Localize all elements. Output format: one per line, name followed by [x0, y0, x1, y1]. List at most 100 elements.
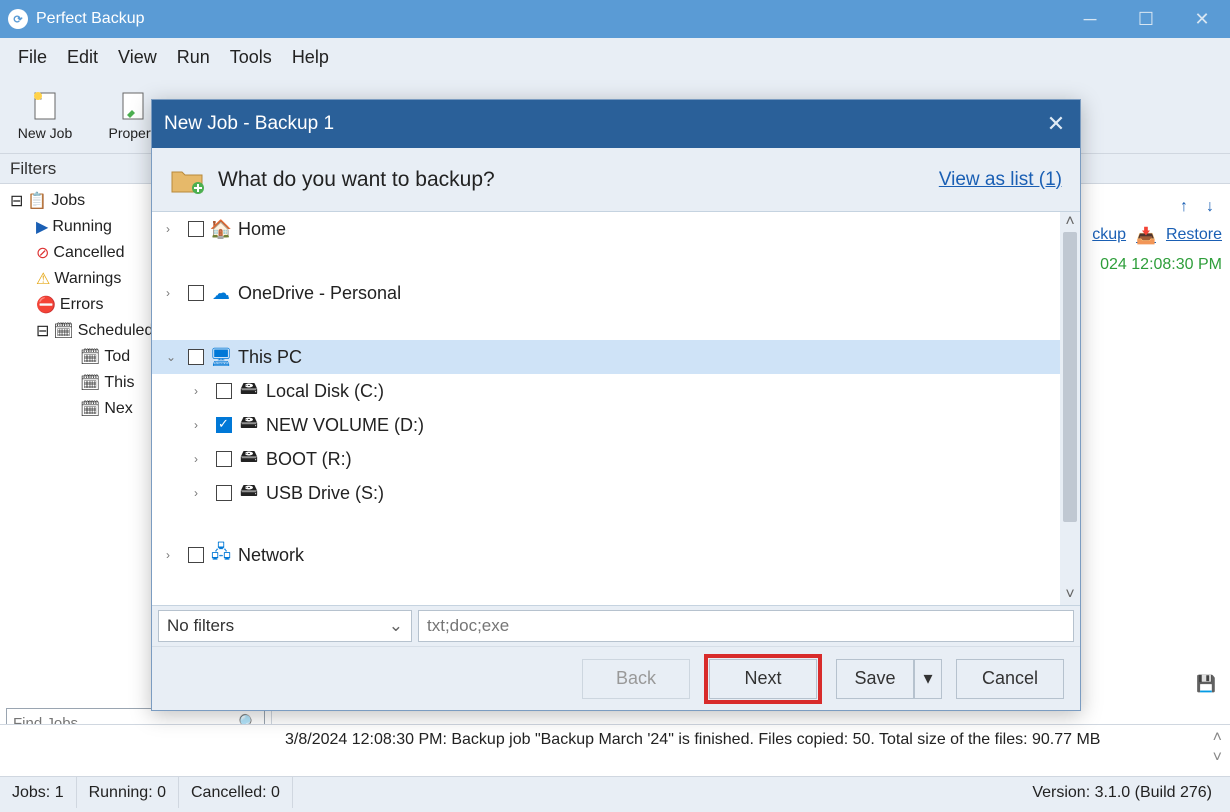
minimize-button[interactable]: ─	[1062, 0, 1118, 38]
log-line: 3/8/2024 12:08:30 PM: Backup job "Backup…	[285, 731, 1222, 749]
expand-icon[interactable]: ›	[166, 286, 182, 300]
tree-usb-s[interactable]: › 🖴 USB Drive (S:)	[152, 476, 1080, 510]
monitor-icon: 🖥	[210, 346, 232, 368]
dialog-title: New Job - Backup 1	[164, 113, 334, 135]
drive-icon: 🖴	[238, 380, 260, 402]
minus-icon: ⊟	[36, 321, 49, 341]
checkbox-local-c[interactable]	[216, 383, 232, 399]
restore-link[interactable]: Restore	[1166, 226, 1222, 246]
save-dropdown-button[interactable]: ▾	[914, 659, 942, 699]
warning-icon: ⚠	[36, 269, 50, 289]
status-bar: Jobs: 1 Running: 0 Cancelled: 0 Version:…	[0, 776, 1230, 808]
menu-help[interactable]: Help	[282, 43, 339, 72]
new-job-dialog: New Job - Backup 1 ✕ What do you want to…	[151, 99, 1081, 711]
menu-file[interactable]: File	[8, 43, 57, 72]
cancel-button[interactable]: Cancel	[956, 659, 1064, 699]
checkbox-network[interactable]	[188, 547, 204, 563]
view-as-list-link[interactable]: View as list (1)	[939, 169, 1062, 191]
filter-row: No filters ⌄	[152, 606, 1080, 646]
close-button[interactable]: ✕	[1174, 0, 1230, 38]
save-split-button: Save ▾	[836, 659, 942, 699]
filter-input[interactable]	[418, 610, 1074, 642]
up-arrow-icon[interactable]: ↑	[1180, 198, 1188, 216]
calendar-icon: 🗓	[80, 373, 100, 393]
menu-bar: File Edit View Run Tools Help	[0, 38, 1230, 76]
tree-onedrive[interactable]: › ☁ OneDrive - Personal	[152, 276, 1080, 310]
filters-label: Filters	[10, 159, 56, 179]
network-icon: 🖧	[210, 544, 232, 566]
tree-home[interactable]: › 🏠 Home	[152, 212, 1080, 246]
checkbox-new-volume-d[interactable]	[216, 417, 232, 433]
back-button[interactable]: Back	[582, 659, 690, 699]
down-arrow-icon[interactable]: ↓	[1206, 198, 1214, 216]
error-icon: ⛔	[36, 295, 56, 315]
checkbox-usb-s[interactable]	[216, 485, 232, 501]
drive-icon: 🖴	[238, 414, 260, 436]
tree-new-volume-d[interactable]: › 🖴 NEW VOLUME (D:)	[152, 408, 1080, 442]
dialog-titlebar: New Job - Backup 1 ✕	[152, 100, 1080, 148]
calendar-icon: 🗓	[80, 399, 100, 419]
status-jobs: Jobs: 1	[0, 777, 77, 808]
toolbar-new-job-label: New Job	[18, 125, 72, 141]
next-button-highlight: Next	[704, 654, 822, 704]
dialog-buttons: Back Next Save ▾ Cancel	[152, 646, 1080, 710]
log-panel: 3/8/2024 12:08:30 PM: Backup job "Backup…	[0, 724, 1230, 776]
maximize-button[interactable]: ☐	[1118, 0, 1174, 38]
window-titlebar: ⟳ Perfect Backup ─ ☐ ✕	[0, 0, 1230, 38]
checkbox-thispc[interactable]	[188, 349, 204, 365]
backup-link[interactable]: ckup	[1092, 226, 1126, 246]
checkbox-onedrive[interactable]	[188, 285, 204, 301]
right-panel-peek: ↑ ↓ ckup 📥 Restore 024 12:08:30 PM	[1084, 194, 1224, 278]
next-button[interactable]: Next	[709, 659, 817, 699]
last-run-timestamp: 024 12:08:30 PM	[1084, 252, 1224, 278]
play-icon: ▶	[36, 217, 48, 237]
scroll-down-icon[interactable]: ˅	[1060, 585, 1080, 605]
tree-network[interactable]: › 🖧 Network	[152, 538, 1080, 572]
calendar-icon: 🗓	[80, 347, 100, 367]
menu-edit[interactable]: Edit	[57, 43, 108, 72]
checkbox-boot-r[interactable]	[216, 451, 232, 467]
checkbox-home[interactable]	[188, 221, 204, 237]
expand-icon[interactable]: ›	[166, 222, 182, 236]
folder-add-icon	[170, 166, 204, 194]
cancel-icon: ⊘	[36, 243, 49, 263]
app-logo-icon: ⟳	[8, 9, 28, 29]
tree-scrollbar[interactable]: ˄ ˅	[1060, 212, 1080, 605]
tree-this-pc[interactable]: ⌄ 🖥 This PC	[152, 340, 1080, 374]
cloud-icon: ☁	[210, 282, 232, 304]
save-button[interactable]: Save	[836, 659, 914, 699]
menu-tools[interactable]: Tools	[220, 43, 282, 72]
status-version: Version: 3.1.0 (Build 276)	[1032, 784, 1230, 802]
save-icon[interactable]: 💾	[1196, 674, 1216, 694]
expand-icon[interactable]: ›	[166, 548, 182, 562]
scroll-up-icon[interactable]: ˄	[1213, 729, 1222, 747]
status-cancelled: Cancelled: 0	[179, 777, 293, 808]
minus-icon: ⊟	[10, 191, 23, 211]
new-job-icon	[29, 89, 61, 121]
toolbar-new-job[interactable]: New Job	[10, 76, 80, 153]
restore-icon: 📥	[1136, 226, 1156, 246]
expand-icon[interactable]: ›	[194, 384, 210, 398]
menu-view[interactable]: View	[108, 43, 167, 72]
chevron-down-icon: ⌄	[389, 616, 403, 636]
menu-run[interactable]: Run	[167, 43, 220, 72]
expand-icon[interactable]: ›	[194, 486, 210, 500]
drive-icon: 🖴	[238, 482, 260, 504]
properties-icon	[117, 89, 149, 121]
expand-icon[interactable]: ›	[194, 418, 210, 432]
dialog-close-button[interactable]: ✕	[1032, 100, 1080, 148]
tree-boot-r[interactable]: › 🖴 BOOT (R:)	[152, 442, 1080, 476]
tree-local-c[interactable]: › 🖴 Local Disk (C:)	[152, 374, 1080, 408]
dialog-header: What do you want to backup? View as list…	[152, 148, 1080, 212]
filter-select[interactable]: No filters ⌄	[158, 610, 412, 642]
dialog-tree: › 🏠 Home › ☁ OneDrive - Personal ⌄ 🖥 Thi…	[152, 212, 1080, 606]
status-running: Running: 0	[77, 777, 179, 808]
scroll-down-icon[interactable]: ˅	[1213, 749, 1222, 767]
dialog-heading: What do you want to backup?	[218, 168, 939, 192]
collapse-icon[interactable]: ⌄	[166, 350, 182, 364]
expand-icon[interactable]: ›	[194, 452, 210, 466]
drive-icon: 🖴	[238, 448, 260, 470]
scroll-up-icon[interactable]: ˄	[1060, 212, 1080, 232]
window-controls: ─ ☐ ✕	[1062, 0, 1230, 38]
scroll-thumb[interactable]	[1063, 232, 1077, 522]
